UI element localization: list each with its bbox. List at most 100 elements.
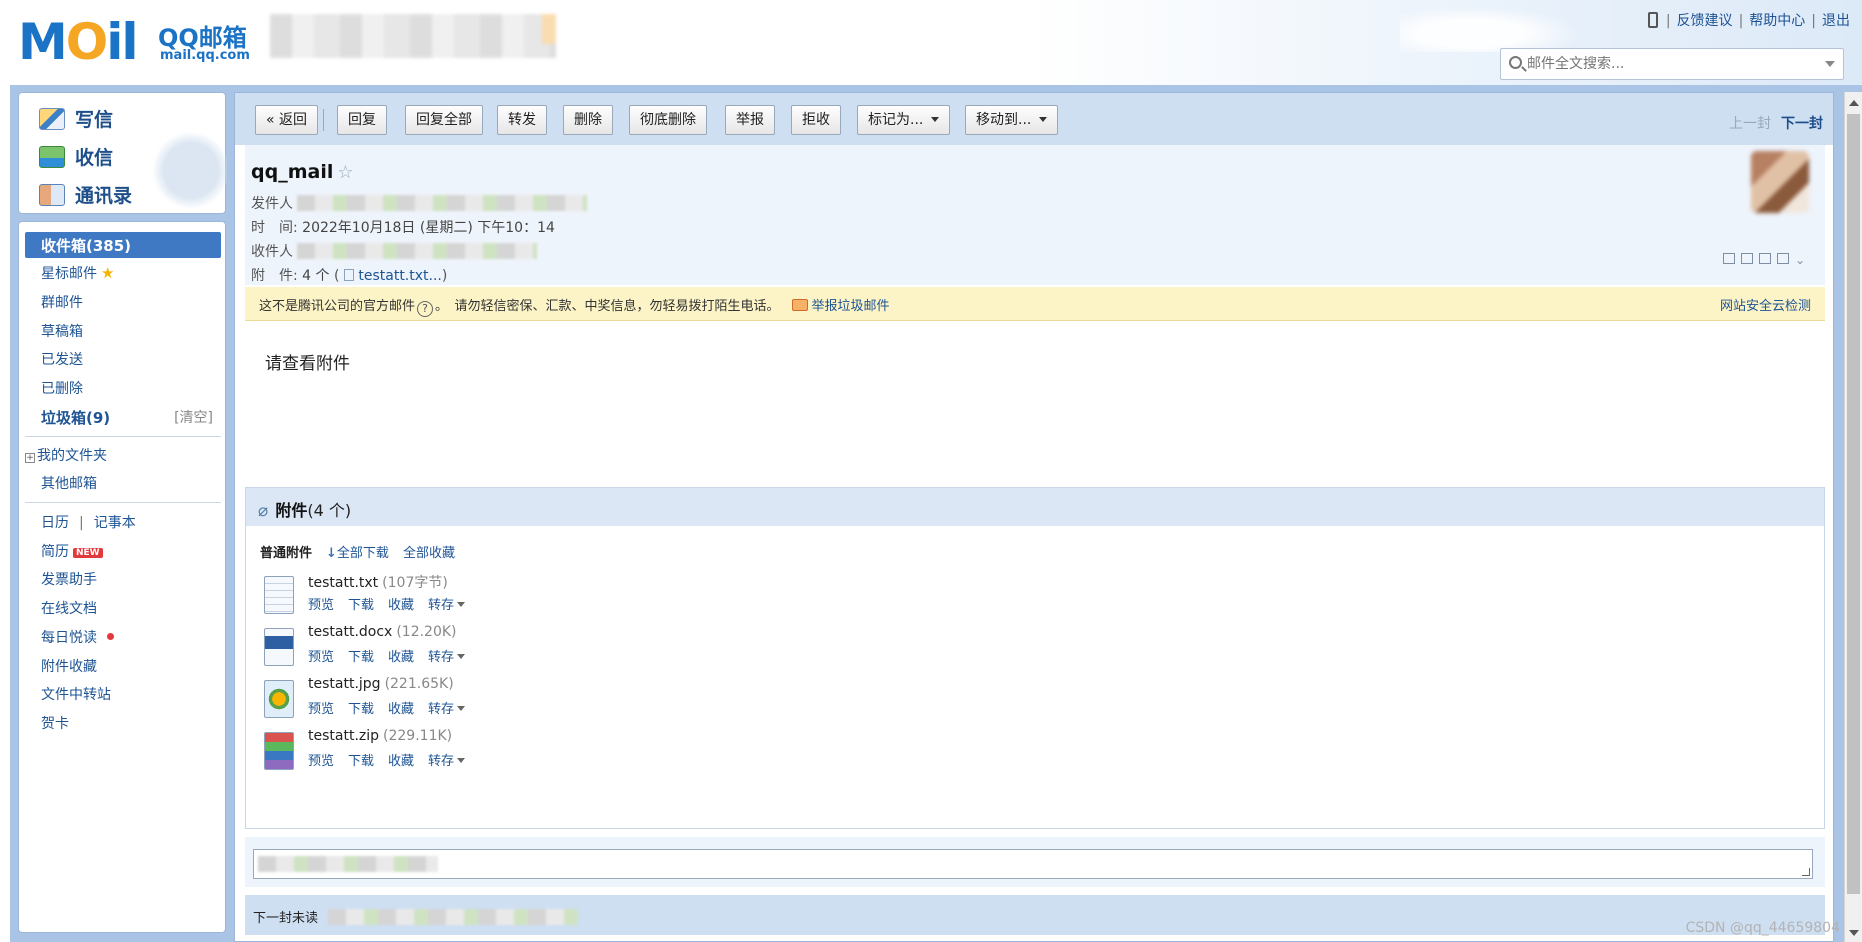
prev-mail-link[interactable]: 上一封 — [1729, 116, 1771, 132]
logout-link[interactable]: 退出 — [1822, 13, 1850, 29]
attachment-first-link[interactable]: testatt.txt... — [358, 268, 442, 284]
collect-link[interactable]: 收藏 — [388, 650, 414, 665]
transfer-label: 转存 — [428, 754, 455, 769]
contacts-button[interactable]: 通讯录 — [39, 181, 132, 209]
docx-file-icon[interactable] — [264, 628, 294, 666]
quick-reply-input[interactable] — [253, 849, 1813, 879]
transfer-dropdown[interactable]: 转存 — [428, 754, 466, 769]
transfer-dropdown[interactable]: 转存 — [428, 650, 466, 665]
star-outline-icon[interactable]: ☆ — [337, 162, 353, 183]
collect-link[interactable]: 收藏 — [388, 702, 414, 717]
nav-item-other-mailbox[interactable]: 其他邮箱 — [41, 473, 97, 493]
expand-icon[interactable]: + — [25, 453, 35, 463]
preview-link[interactable]: 预览 — [308, 754, 334, 769]
permanent-delete-button[interactable]: 彻底删除 — [629, 105, 707, 135]
move-to-dropdown[interactable]: 移动到... — [965, 105, 1059, 135]
next-unread-bar[interactable]: 下一封未读 — [245, 895, 1825, 935]
report-spam-link[interactable]: 举报垃圾邮件 — [812, 299, 890, 314]
attachment-name[interactable]: testatt.txt — [308, 575, 378, 591]
transfer-dropdown[interactable]: 转存 — [428, 598, 466, 613]
page-scrollbar[interactable] — [1844, 92, 1862, 942]
mark-as-dropdown[interactable]: 标记为... — [857, 105, 951, 135]
expand-down-icon[interactable]: ⌄ — [1795, 253, 1811, 267]
nav-item-resume[interactable]: 简历 NEW — [41, 541, 103, 561]
attachment-name[interactable]: testatt.jpg — [308, 676, 381, 692]
download-all-link[interactable]: 全部下载 — [337, 546, 389, 561]
download-link[interactable]: 下载 — [348, 650, 374, 665]
delete-button[interactable]: 删除 — [563, 105, 613, 135]
qq-mail-logo[interactable]: MOil QQ邮箱 mail.qq.com — [18, 14, 258, 70]
download-link[interactable]: 下载 — [348, 754, 374, 769]
nav-item-group[interactable]: 群邮件 — [41, 292, 83, 312]
attachment-name[interactable]: testatt.zip — [308, 728, 379, 744]
nav-item-sent[interactable]: 已发送 — [41, 349, 83, 369]
txt-file-icon[interactable] — [264, 576, 294, 614]
attachment-name-line: testatt.txt (107字节) — [308, 572, 448, 592]
nav-item-deleted[interactable]: 已删除 — [41, 378, 83, 398]
nav-item-my-folders[interactable]: + 我的文件夹 — [25, 445, 107, 465]
help-center-link[interactable]: 帮助中心 — [1749, 13, 1805, 29]
forward-button[interactable]: 转发 — [497, 105, 547, 135]
print-icon[interactable] — [1776, 253, 1789, 264]
back-button[interactable]: « 返回 — [255, 105, 319, 135]
phone-icon[interactable] — [1647, 12, 1658, 28]
preview-link[interactable]: 预览 — [308, 650, 334, 665]
next-mail-link[interactable]: 下一封 — [1781, 116, 1823, 132]
mail-subject: qq_mail ☆ — [251, 161, 354, 183]
cloud-decoration — [1400, 6, 1580, 52]
new-window-icon[interactable] — [1722, 253, 1735, 264]
scroll-up-icon[interactable] — [1849, 100, 1859, 106]
inbox-button[interactable]: 收信 — [39, 143, 113, 171]
sender-avatar[interactable] — [1751, 151, 1809, 213]
attachment-item: testatt.zip (229.11K) 预览 下载 收藏 转存 — [264, 726, 664, 782]
preview-link[interactable]: 预览 — [308, 598, 334, 613]
scroll-down-icon[interactable] — [1849, 930, 1859, 936]
save-icon[interactable] — [1758, 253, 1771, 264]
image-file-icon[interactable] — [264, 680, 294, 718]
feedback-link[interactable]: 反馈建议 — [1677, 13, 1733, 29]
header-tools: ⌄ — [1717, 253, 1811, 267]
search-dropdown-icon[interactable] — [1825, 61, 1835, 67]
resize-grip-icon[interactable] — [1802, 868, 1810, 876]
zip-file-icon[interactable] — [264, 732, 294, 770]
write-button[interactable]: 写信 — [39, 105, 113, 133]
nav-item-drafts[interactable]: 草稿箱 — [41, 321, 83, 341]
reply-button[interactable]: 回复 — [337, 105, 387, 135]
nav-item-invoice[interactable]: 发票助手 — [41, 569, 97, 589]
reject-button[interactable]: 拒收 — [791, 105, 841, 135]
search-box[interactable] — [1500, 48, 1844, 80]
mail-toolbar: « 返回 回复 回复全部 转发 删除 彻底删除 举报 拒收 标记为... 移动到… — [235, 93, 1833, 145]
attachment-name[interactable]: testatt.docx — [308, 624, 392, 640]
nav-item-starred[interactable]: 星标邮件 ★ — [41, 263, 114, 283]
recipient-blurred[interactable] — [297, 243, 538, 259]
save-all-link[interactable]: 全部收藏 — [403, 546, 455, 561]
nav-item-inbox[interactable]: 收件箱(385) — [25, 232, 221, 258]
notepad-link[interactable]: 记事本 — [94, 515, 136, 531]
preview-link[interactable]: 预览 — [308, 702, 334, 717]
report-button[interactable]: 举报 — [725, 105, 775, 135]
preview-icon[interactable] — [1740, 253, 1753, 264]
search-input[interactable] — [1527, 53, 1807, 75]
transfer-dropdown[interactable]: 转存 — [428, 702, 466, 717]
scrollbar-thumb[interactable] — [1847, 114, 1860, 894]
nav-item-attach-fav[interactable]: 附件收藏 — [41, 656, 97, 676]
nav-item-online-docs[interactable]: 在线文档 — [41, 598, 97, 618]
nav-item-file-transfer[interactable]: 文件中转站 — [41, 684, 111, 704]
download-link[interactable]: 下载 — [348, 598, 374, 613]
site-safety-link[interactable]: 网站安全云检测 — [1720, 295, 1811, 314]
next-unread-subject-blurred[interactable] — [328, 909, 579, 925]
nav-item-daily-read[interactable]: 每日悦读 — [41, 627, 114, 647]
nav-item-cards[interactable]: 贺卡 — [41, 713, 69, 733]
spam-clear-link[interactable]: [清空] — [174, 407, 213, 427]
reply-all-button[interactable]: 回复全部 — [405, 105, 483, 135]
calendar-link[interactable]: 日历 — [41, 515, 69, 531]
help-icon[interactable]: ? — [417, 301, 434, 317]
nav-item-spam[interactable]: 垃圾箱(9) [清空] — [41, 407, 221, 428]
download-link[interactable]: 下载 — [348, 702, 374, 717]
mark-as-label: 标记为... — [868, 112, 924, 128]
sender-blurred[interactable] — [297, 195, 588, 211]
collect-link[interactable]: 收藏 — [388, 598, 414, 613]
account-info-blurred — [270, 14, 556, 58]
collect-link[interactable]: 收藏 — [388, 754, 414, 769]
subject-text: qq_mail — [251, 161, 334, 183]
